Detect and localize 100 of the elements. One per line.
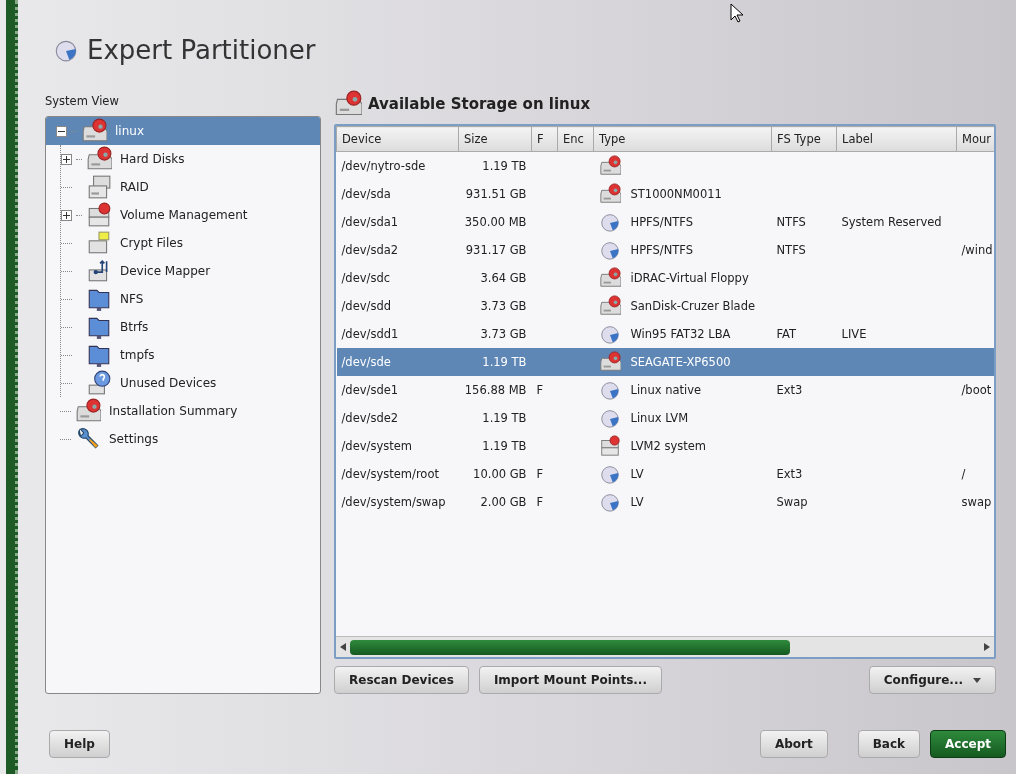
horizontal-scrollbar[interactable]: [336, 636, 994, 657]
table-cell: swap: [961, 495, 992, 509]
table-cell: LIVE: [841, 327, 867, 341]
table-cell: /: [961, 467, 966, 481]
table-cell: /dev/system/root: [341, 467, 439, 481]
table-cell: HPFS/NTFS: [630, 243, 693, 257]
cursor-icon: [730, 3, 744, 23]
tree-item[interactable]: tmpfs: [61, 341, 320, 369]
hard-disk-icon: [598, 267, 621, 289]
table-cell: /dev/system/swap: [341, 495, 446, 509]
disc-icon: [598, 239, 621, 261]
table-cell: 1.19 TB: [482, 159, 527, 173]
column-header[interactable]: Device: [336, 126, 459, 152]
table-cell: Win95 FAT32 LBA: [630, 327, 731, 341]
table-row[interactable]: /dev/sdd1 3.73 GB Win95 FAT32 LBA FAT LIVE: [336, 320, 994, 348]
disc-icon: [598, 211, 621, 233]
tree-item[interactable]: Btrfs: [61, 313, 320, 341]
table-row[interactable]: /dev/sda2 931.17 GB HPFS/NTFS NTFS /wind: [336, 236, 994, 264]
table-row[interactable]: /dev/system/swap 2.00 GB F LV Swap swap: [336, 488, 994, 516]
nav-button[interactable]: Back: [857, 730, 920, 758]
help-button[interactable]: Help: [49, 730, 110, 758]
table-cell: 3.73 GB: [480, 327, 527, 341]
table-cell: /dev/sde: [341, 355, 391, 369]
table-cell: 1.19 TB: [482, 439, 527, 453]
nav-button[interactable]: Abort: [759, 730, 828, 758]
table-cell: /dev/sde1: [341, 383, 399, 397]
action-button[interactable]: Rescan Devices: [334, 666, 469, 694]
column-header[interactable]: Label: [836, 126, 957, 152]
table-cell: /dev/sdc: [341, 271, 391, 285]
table-cell: HPFS/NTFS: [630, 215, 693, 229]
table-cell: /dev/sda: [341, 187, 391, 201]
table-cell: Linux native: [630, 383, 702, 397]
table-cell: SanDisk-Cruzer Blade: [630, 299, 756, 313]
disk-question-icon: [86, 370, 112, 396]
menu-button[interactable]: Configure...: [868, 666, 996, 694]
tree-item[interactable]: linux: [46, 117, 320, 145]
tree-item[interactable]: Settings: [46, 425, 320, 453]
window-title: Expert Partitioner: [87, 35, 316, 65]
caret-icon: [973, 677, 981, 683]
tree-label: System View: [45, 93, 120, 108]
tree-item[interactable]: Volume Management: [61, 201, 320, 229]
action-button[interactable]: Import Mount Points...: [478, 666, 662, 694]
disc-icon: [598, 491, 621, 513]
table-row[interactable]: /dev/sda1 350.00 MB HPFS/NTFS NTFS System Reserved: [336, 208, 994, 236]
column-header[interactable]: Mour: [956, 126, 994, 152]
disc-icon: [598, 379, 621, 401]
tree-item[interactable]: Hard Disks: [61, 145, 320, 173]
table-cell: Ext3: [776, 467, 803, 481]
collapse-toggle[interactable]: [56, 125, 67, 137]
column-header[interactable]: F: [531, 126, 558, 152]
table-cell: /wind: [961, 243, 993, 257]
tree-item[interactable]: Device Mapper: [61, 257, 320, 285]
table-cell: /dev/sde2: [341, 411, 399, 425]
tree-item[interactable]: Unused Devices: [61, 369, 320, 397]
table-row[interactable]: /dev/system/root 10.00 GB F LV Ext3 /: [336, 460, 994, 488]
table-cell: Linux LVM: [630, 411, 689, 425]
table-cell: NTFS: [776, 243, 806, 257]
table-cell: LVM2 system: [630, 439, 706, 453]
hard-disk-icon: [75, 398, 101, 424]
table-row[interactable]: /dev/sda 931.51 GB ST1000NM0011: [336, 180, 994, 208]
table-row[interactable]: /dev/sdd 3.73 GB SanDisk-Cruzer Blade: [336, 292, 994, 320]
disc-icon: [598, 463, 621, 485]
table-row[interactable]: /dev/system 1.19 TB LVM2 system: [336, 432, 994, 460]
tree-item[interactable]: NFS: [61, 285, 320, 313]
column-header[interactable]: Type: [593, 126, 772, 152]
table-row[interactable]: /dev/sde2 1.19 TB Linux LVM: [336, 404, 994, 432]
table-cell: FAT: [776, 327, 797, 341]
hard-disk-icon: [598, 155, 621, 177]
disc-icon: [598, 323, 621, 345]
table-cell: /dev/system: [341, 439, 412, 453]
table-row[interactable]: /dev/sdc 3.64 GB iDRAC-Virtual Floppy: [336, 264, 994, 292]
expand-toggle[interactable]: [61, 209, 72, 221]
expand-toggle[interactable]: [61, 153, 72, 165]
table-cell: LV: [630, 467, 644, 481]
panel-title: Available Storage on linux: [368, 95, 591, 113]
tree-item[interactable]: RAID: [61, 173, 320, 201]
tree-item[interactable]: Crypt Files: [61, 229, 320, 257]
column-header[interactable]: Size: [458, 126, 532, 152]
table-cell: F: [536, 383, 544, 397]
table-row[interactable]: /dev/nytro-sde 1.19 TB: [336, 151, 994, 180]
table-row[interactable]: /dev/sde 1.19 TB SEAGATE-XP6500: [336, 348, 994, 376]
primary-button[interactable]: Accept: [930, 730, 1006, 758]
hard-disk-icon: [86, 146, 112, 172]
table-cell: 931.51 GB: [465, 187, 527, 201]
table-cell: 10.00 GB: [473, 467, 527, 481]
column-header[interactable]: FS Type: [771, 126, 837, 152]
table-cell: /dev/sdd1: [341, 327, 399, 341]
table-cell: 3.73 GB: [480, 299, 527, 313]
tree-item[interactable]: Installation Summary: [46, 397, 320, 425]
column-header[interactable]: Enc: [557, 126, 594, 152]
table-cell: System Reserved: [841, 215, 942, 229]
hard-disk-icon: [334, 90, 362, 118]
table-cell: iDRAC-Virtual Floppy: [630, 271, 749, 285]
table-row[interactable]: /dev/sde1 156.88 MB F Linux native Ext3 /boot: [336, 376, 994, 404]
table-cell: 350.00 MB: [464, 215, 527, 229]
scroll-left-icon: [340, 643, 346, 651]
table-cell: 2.00 GB: [480, 495, 527, 509]
disk-tag-icon: [86, 230, 112, 256]
table-cell: 156.88 MB: [464, 383, 527, 397]
table-cell: /dev/sda2: [341, 243, 399, 257]
